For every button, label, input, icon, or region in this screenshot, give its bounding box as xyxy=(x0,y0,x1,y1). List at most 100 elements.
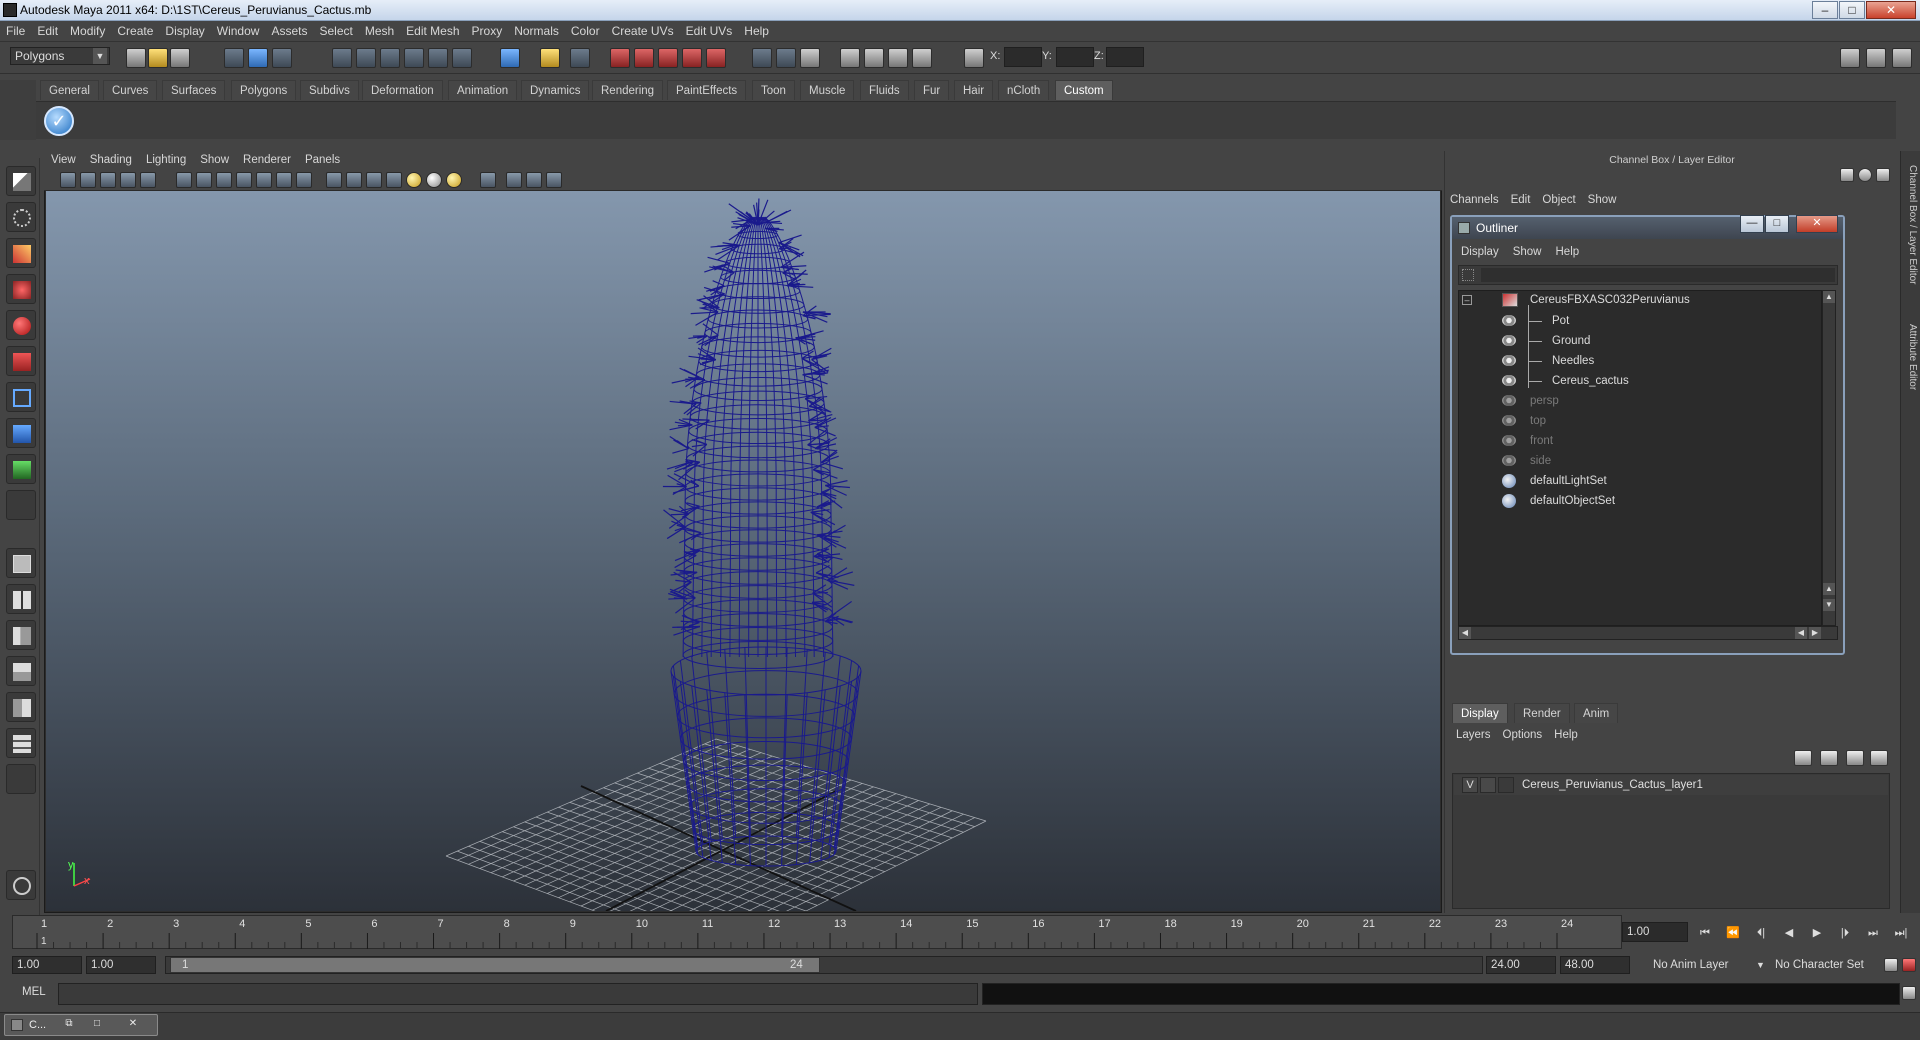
coord-y-input[interactable] xyxy=(1056,47,1094,67)
safe-title-icon[interactable] xyxy=(276,172,292,188)
vp-menu-show[interactable]: Show xyxy=(193,151,236,170)
menu-window[interactable]: Window xyxy=(211,21,266,41)
snap-point-icon[interactable] xyxy=(380,48,400,68)
new-layer-icon[interactable] xyxy=(1846,750,1864,766)
menu-mesh[interactable]: Mesh xyxy=(359,21,400,41)
layer-tab-anim[interactable]: Anim xyxy=(1574,703,1619,723)
panel-tools-icon[interactable] xyxy=(888,48,908,68)
menu-select[interactable]: Select xyxy=(313,21,358,41)
isolate-select-icon[interactable] xyxy=(480,172,496,188)
shelf-tab-dynamics[interactable]: Dynamics xyxy=(521,80,590,100)
menu-modify[interactable]: Modify xyxy=(64,21,111,41)
restore-icon[interactable]: ⧉ xyxy=(61,1018,77,1032)
shelf-tab-custom[interactable]: Custom xyxy=(1055,80,1113,100)
scroll-up-icon[interactable]: ▲ xyxy=(1823,583,1835,595)
snap-live-icon[interactable] xyxy=(428,48,448,68)
vp-menu-view[interactable]: View xyxy=(44,151,83,170)
shelf-tab-fur[interactable]: Fur xyxy=(914,80,950,100)
menu-edit-uvs[interactable]: Edit UVs xyxy=(680,21,739,41)
attribute-icon[interactable] xyxy=(800,48,820,68)
snap-grid-icon[interactable] xyxy=(332,48,352,68)
wireframe-icon[interactable] xyxy=(326,172,342,188)
field-chart-icon[interactable] xyxy=(236,172,252,188)
shelf-tab-curves[interactable]: Curves xyxy=(103,80,158,100)
transform-mode-icon[interactable] xyxy=(776,48,796,68)
filter-icon[interactable] xyxy=(1462,269,1474,281)
new-scene-icon[interactable] xyxy=(126,48,146,68)
playback-end-field[interactable]: 24.00 xyxy=(1486,956,1556,974)
menu-create-uvs[interactable]: Create UVs xyxy=(606,21,680,41)
layout-hypershade[interactable] xyxy=(6,692,36,722)
show-attribute-editor-icon[interactable] xyxy=(1840,48,1860,68)
share-icon[interactable] xyxy=(546,172,562,188)
smooth-shade-icon[interactable] xyxy=(346,172,362,188)
outliner-menu-show[interactable]: Show xyxy=(1506,242,1549,262)
channel-settings-icon[interactable] xyxy=(1876,168,1890,182)
minimize-button[interactable]: – xyxy=(1812,1,1838,19)
layer-move-up-icon[interactable] xyxy=(1794,750,1812,766)
step-forward-frame-icon[interactable]: |⏵ xyxy=(1834,924,1856,942)
side-tab-attribute-editor[interactable]: Attribute Editor xyxy=(1902,312,1918,402)
wireframe-on-shaded-icon[interactable] xyxy=(366,172,382,188)
panel-layout-icon[interactable] xyxy=(840,48,860,68)
go-to-end-icon[interactable]: ⏭| xyxy=(1890,924,1912,942)
safe-action-icon[interactable] xyxy=(256,172,272,188)
camera-attributes-icon[interactable] xyxy=(80,172,96,188)
shelf-tab-hair[interactable]: Hair xyxy=(954,80,994,100)
mel-input[interactable] xyxy=(58,983,978,1005)
step-forward-key-icon[interactable]: ⏭ xyxy=(1862,924,1884,942)
camera-icon[interactable] xyxy=(570,48,590,68)
menu-color[interactable]: Color xyxy=(565,21,606,41)
bookmark-icon[interactable] xyxy=(100,172,116,188)
history-icon[interactable] xyxy=(452,48,472,68)
shelf-tab-ncloth[interactable]: nCloth xyxy=(998,80,1050,100)
character-set-dropdown[interactable]: No Character Set xyxy=(1770,956,1880,974)
show-manipulator-tool[interactable] xyxy=(6,454,36,484)
menu-file[interactable]: File xyxy=(0,21,31,41)
gate-mask-icon[interactable] xyxy=(216,172,232,188)
coord-x-input[interactable] xyxy=(1004,47,1042,67)
snap-view-icon[interactable] xyxy=(404,48,424,68)
cb-menu-edit[interactable]: Edit xyxy=(1505,190,1537,210)
soft-mod-tool[interactable] xyxy=(6,418,36,448)
shelf-tab-polygons[interactable]: Polygons xyxy=(231,80,297,100)
magnet-icon[interactable] xyxy=(540,48,560,68)
all-lights-icon[interactable] xyxy=(426,172,442,188)
snap-curve-icon[interactable] xyxy=(356,48,376,68)
select-component-icon[interactable] xyxy=(272,48,292,68)
layer-menu-help[interactable]: Help xyxy=(1548,725,1584,745)
anim-layer-dropdown[interactable]: No Anim Layer xyxy=(1648,956,1758,974)
layout-extra[interactable] xyxy=(6,764,36,794)
scroll-left-icon[interactable]: ◀ xyxy=(1795,627,1807,639)
shelf-tab-rendering[interactable]: Rendering xyxy=(592,80,664,100)
layer-color-swatch[interactable] xyxy=(1498,777,1514,793)
channel-pin-icon[interactable] xyxy=(1858,168,1872,182)
cb-menu-object[interactable]: Object xyxy=(1536,190,1581,210)
script-editor-icon[interactable] xyxy=(1902,986,1916,1000)
close-button[interactable]: ✕ xyxy=(1866,1,1916,19)
panel-toggle-icon[interactable] xyxy=(864,48,884,68)
shelf-tab-deformation[interactable]: Deformation xyxy=(362,80,443,100)
shelf-tab-fluids[interactable]: Fluids xyxy=(860,80,909,100)
layout-persp-graph[interactable] xyxy=(6,656,36,686)
hypershade-icon[interactable] xyxy=(682,48,702,68)
animation-preferences-icon[interactable] xyxy=(1902,958,1916,972)
select-tool[interactable] xyxy=(6,166,36,196)
menu-display[interactable]: Display xyxy=(159,21,210,41)
play-forwards-icon[interactable]: ▶ xyxy=(1806,924,1828,942)
shelf-tab-general[interactable]: General xyxy=(40,80,99,100)
ipr-render-icon[interactable] xyxy=(634,48,654,68)
outliner-menu-help[interactable]: Help xyxy=(1549,242,1587,262)
panel-view-icon[interactable] xyxy=(912,48,932,68)
move-tool[interactable] xyxy=(6,274,36,304)
layer-move-down-icon[interactable] xyxy=(1820,750,1838,766)
maximize-icon[interactable]: □ xyxy=(89,1018,105,1032)
shadows-icon[interactable] xyxy=(446,172,462,188)
layout-single-perspective[interactable] xyxy=(6,548,36,578)
viewport-3d-scene[interactable]: y x xyxy=(46,191,1440,911)
play-backwards-icon[interactable]: ◀ xyxy=(1778,924,1800,942)
film-gate-icon[interactable] xyxy=(176,172,192,188)
layout-persp-outliner[interactable] xyxy=(6,620,36,650)
absolute-transform-icon[interactable] xyxy=(964,48,984,68)
side-tab-channel-box[interactable]: Channel Box / Layer Editor xyxy=(1902,160,1918,290)
